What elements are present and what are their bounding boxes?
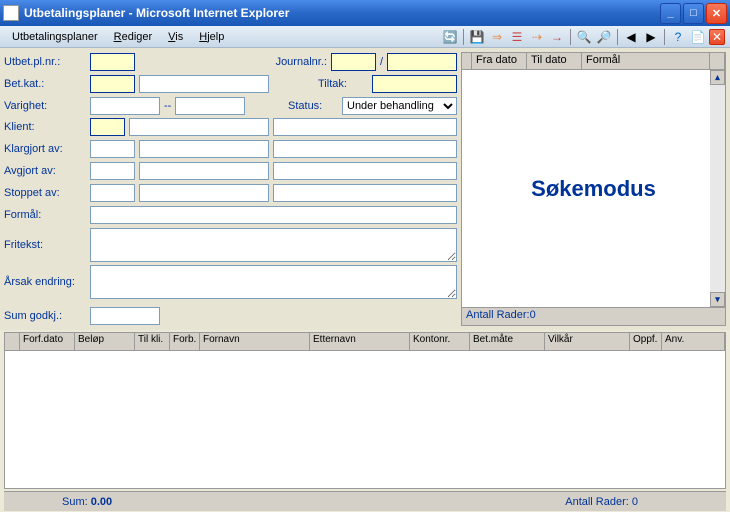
klient-label: Klient: xyxy=(4,121,86,133)
scroll-down-icon[interactable]: ▾ xyxy=(710,292,725,307)
fradato-col[interactable]: Fra dato xyxy=(472,53,527,69)
stoppet-input3[interactable] xyxy=(273,184,457,202)
varighet-input2[interactable] xyxy=(175,97,245,115)
grid-col-belop[interactable]: Beløp xyxy=(75,333,135,350)
status-label: Status: xyxy=(288,100,338,112)
prev-icon[interactable]: ◀ xyxy=(622,28,640,46)
klient-input[interactable] xyxy=(90,118,125,136)
grid-col-tilkli[interactable]: Til kli. xyxy=(135,333,170,350)
sumgodkj-label: Sum godkj.: xyxy=(4,310,86,322)
fritekst-label: Fritekst: xyxy=(4,239,86,251)
maximize-button[interactable]: □ xyxy=(683,3,704,24)
grid-col-vilkar[interactable]: Vilkår xyxy=(545,333,630,350)
minimize-button[interactable]: _ xyxy=(660,3,681,24)
grid-col-betmate[interactable]: Bet.måte xyxy=(470,333,545,350)
grid-col-anv[interactable]: Anv. xyxy=(662,333,725,350)
list-icon[interactable]: ☰ xyxy=(508,28,526,46)
save-icon[interactable]: 💾 xyxy=(468,28,486,46)
binoculars-icon[interactable]: 🔍 xyxy=(575,28,593,46)
grid-col-kontonr[interactable]: Kontonr. xyxy=(410,333,470,350)
klient-name2[interactable] xyxy=(273,118,457,136)
menu-utbetalingsplaner[interactable]: Utbetalingsplaner xyxy=(4,29,106,45)
journalnr-input2[interactable] xyxy=(387,53,457,71)
info-icon[interactable]: 📄 xyxy=(689,28,707,46)
title-bar: Utbetalingsplaner - Microsoft Internet E… xyxy=(0,0,730,26)
formal-col[interactable]: Formål xyxy=(582,53,710,69)
arsak-label: Årsak endring: xyxy=(4,276,86,288)
grid-col-0[interactable] xyxy=(5,333,20,350)
right-panel: Fra dato Til dato Formål Søkemodus ▴ ▾ A… xyxy=(461,52,726,326)
tiltak-input[interactable] xyxy=(372,75,457,93)
sumgodkj-input[interactable] xyxy=(90,307,160,325)
betkat-label: Bet.kat.: xyxy=(4,78,86,90)
grid-col-etternavn[interactable]: Etternavn xyxy=(310,333,410,350)
tiltak-label: Tiltak: xyxy=(318,78,368,90)
menu-hjelp[interactable]: Hjelp xyxy=(191,29,232,45)
scroll-up-icon[interactable]: ▴ xyxy=(710,70,725,85)
grid-col-oppf[interactable]: Oppf. xyxy=(630,333,662,350)
avgjort-input2[interactable] xyxy=(139,162,269,180)
utbetplnr-label: Utbet.pl.nr.: xyxy=(4,56,86,68)
right-panel-body: Søkemodus ▴ ▾ xyxy=(461,70,726,308)
tildato-col[interactable]: Til dato xyxy=(527,53,582,69)
grid-header: Forf.dato Beløp Til kli. Forb. Fornavn E… xyxy=(5,333,725,351)
klargjort-label: Klargjort av: xyxy=(4,143,86,155)
menu-rediger[interactable]: Rediger xyxy=(106,29,161,45)
status-bar: Sum: 0.00 Antall Rader: 0 xyxy=(4,491,726,511)
avgjort-input1[interactable] xyxy=(90,162,135,180)
fritekst-input[interactable] xyxy=(90,228,457,262)
status-sum: Sum: 0.00 xyxy=(62,496,112,508)
form-panel: Utbet.pl.nr.: Journalnr.: / Bet.kat.: Ti… xyxy=(4,52,457,326)
content-area: Utbet.pl.nr.: Journalnr.: / Bet.kat.: Ti… xyxy=(0,48,730,330)
betkat-desc-input[interactable] xyxy=(139,75,269,93)
window-title: Utbetalingsplaner - Microsoft Internet E… xyxy=(24,6,660,20)
menu-vis[interactable]: Vis xyxy=(160,29,191,45)
avgjort-input3[interactable] xyxy=(273,162,457,180)
arrow3-icon[interactable]: → xyxy=(548,28,566,46)
app-icon xyxy=(3,5,19,21)
klargjort-input3[interactable] xyxy=(273,140,457,158)
betkat-input[interactable] xyxy=(90,75,135,93)
grid-col-forb[interactable]: Forb. xyxy=(170,333,200,350)
utbetplnr-input[interactable] xyxy=(90,53,135,71)
right-panel-footer: Antall Rader:0 xyxy=(461,308,726,326)
close-button[interactable]: ✕ xyxy=(706,3,727,24)
status-antall: Antall Rader: 0 xyxy=(112,496,638,508)
klargjort-input2[interactable] xyxy=(139,140,269,158)
data-grid: Forf.dato Beløp Til kli. Forb. Fornavn E… xyxy=(4,332,726,489)
next-icon[interactable]: ▶ xyxy=(642,28,660,46)
arsak-input[interactable] xyxy=(90,265,457,299)
journalnr-input1[interactable] xyxy=(331,53,376,71)
journalnr-label: Journalnr.: xyxy=(276,56,327,68)
varighet-input1[interactable] xyxy=(90,97,160,115)
search-mode-text: Søkemodus xyxy=(531,176,656,202)
avgjort-label: Avgjort av: xyxy=(4,165,86,177)
help-icon[interactable]: ? xyxy=(669,28,687,46)
close-tool-icon[interactable]: ✕ xyxy=(709,29,725,45)
arrow2-icon[interactable]: ⇢ xyxy=(528,28,546,46)
formal-input[interactable] xyxy=(90,206,457,224)
arrow1-icon[interactable]: ⇒ xyxy=(488,28,506,46)
search-icon[interactable]: 🔎 xyxy=(595,28,613,46)
status-select[interactable]: Under behandling xyxy=(342,97,457,115)
grid-col-fornavn[interactable]: Fornavn xyxy=(200,333,310,350)
scrollbar-vertical[interactable]: ▴ ▾ xyxy=(710,70,725,307)
right-panel-header: Fra dato Til dato Formål xyxy=(461,52,726,70)
varighet-label: Varighet: xyxy=(4,100,86,112)
formal-label: Formål: xyxy=(4,209,86,221)
klargjort-input1[interactable] xyxy=(90,140,135,158)
menu-bar: Utbetalingsplaner Rediger Vis Hjelp 🔄 💾 … xyxy=(0,26,730,48)
grid-col-forfdato[interactable]: Forf.dato xyxy=(20,333,75,350)
klient-name1[interactable] xyxy=(129,118,269,136)
stoppet-input1[interactable] xyxy=(90,184,135,202)
grid-body[interactable] xyxy=(5,351,725,488)
stoppet-label: Stoppet av: xyxy=(4,187,86,199)
refresh-icon[interactable]: 🔄 xyxy=(441,28,459,46)
stoppet-input2[interactable] xyxy=(139,184,269,202)
